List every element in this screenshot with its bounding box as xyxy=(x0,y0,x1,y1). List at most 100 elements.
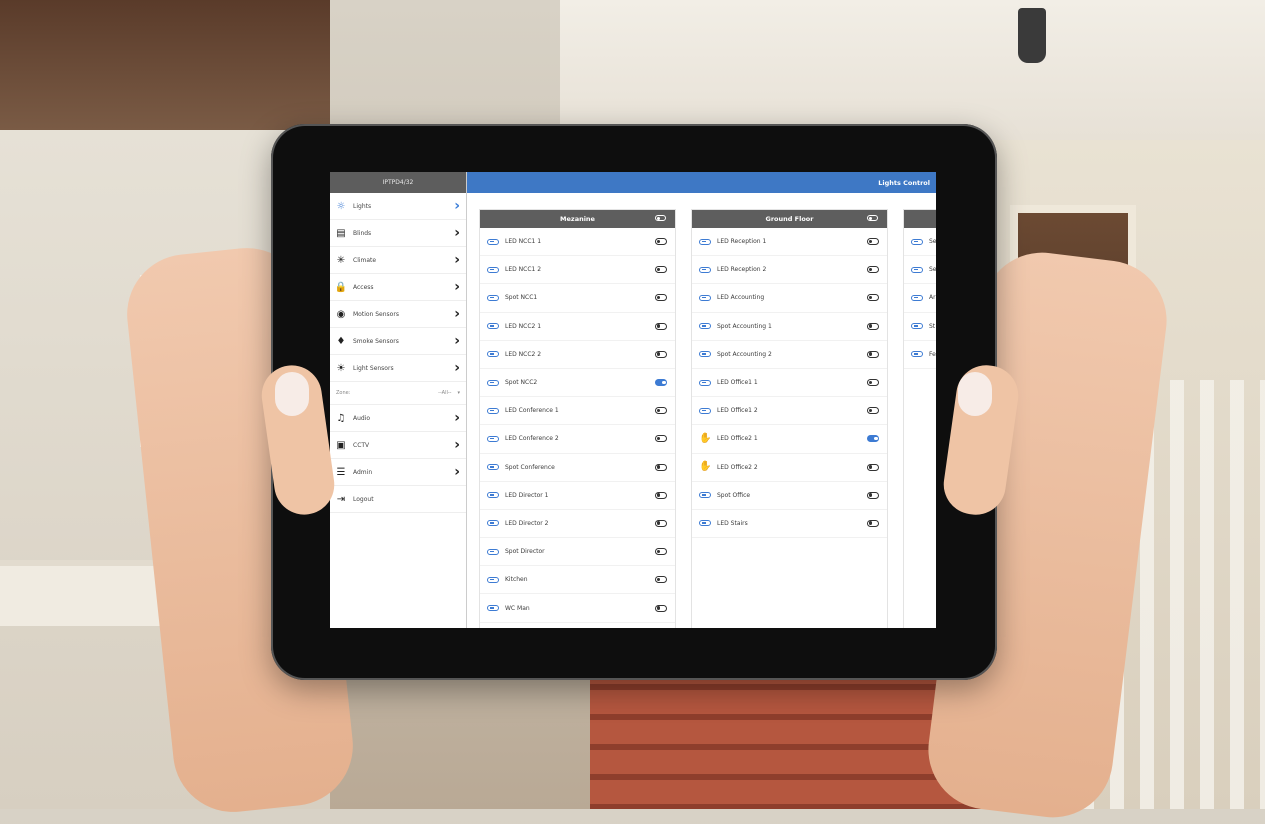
floor-panel: Mezanine LED NCC1 1 LED NCC1 2 Spot NCC1 LED… xyxy=(479,209,676,628)
light-toggle[interactable] xyxy=(655,350,667,358)
chevron-right-icon: › xyxy=(454,225,460,241)
light-bulb-icon xyxy=(699,407,711,414)
light-toggle[interactable] xyxy=(867,519,879,527)
light-label: LED Office2 1 xyxy=(717,435,758,443)
light-label: Spot Accounting 1 xyxy=(717,322,772,330)
floor-columns: Mezanine LED NCC1 1 LED NCC1 2 Spot NCC1 LED… xyxy=(479,209,936,628)
light-toggle[interactable] xyxy=(655,491,667,499)
light-label: Spot NCC2 xyxy=(505,379,538,387)
floor-panel-header: Ground Floor xyxy=(692,210,887,228)
sidebar-item-blinds[interactable]: ▤ Blinds › xyxy=(330,220,466,247)
sidebar-item-smoke-sensors[interactable]: ♦ Smoke Sensors › xyxy=(330,328,466,355)
light-row: Spot Conference xyxy=(480,454,675,482)
light-toggle[interactable] xyxy=(655,266,667,274)
light-bulb-icon xyxy=(487,548,499,555)
sidebar-item-label: Blinds xyxy=(353,229,372,237)
light-toggle[interactable] xyxy=(655,379,667,387)
light-label: Se xyxy=(929,266,936,274)
light-toggle[interactable] xyxy=(867,266,879,274)
sidebar-item-label: Lights xyxy=(353,202,372,210)
light-toggle[interactable] xyxy=(655,322,667,330)
chevron-right-icon: › xyxy=(454,360,460,376)
light-toggle[interactable] xyxy=(867,238,879,246)
sidebar-item-label: Audio xyxy=(353,414,371,422)
zone-value: --All-- xyxy=(438,390,452,396)
light-label: LED Reception 1 xyxy=(717,238,767,246)
chevron-right-icon: › xyxy=(454,252,460,268)
chevron-right-icon: › xyxy=(454,306,460,322)
light-toggle[interactable] xyxy=(867,379,879,387)
light-label: LED Accounting xyxy=(717,294,765,302)
light-toggle[interactable] xyxy=(867,491,879,499)
sidebar-item-logout[interactable]: ⇥ Logout xyxy=(330,486,466,513)
light-toggle[interactable] xyxy=(867,294,879,302)
light-row: LED NCC1 2 xyxy=(480,256,675,285)
master-toggle[interactable] xyxy=(655,215,666,221)
sidebar-item-label: Motion Sensors xyxy=(353,310,399,318)
light-label: LED Office2 2 xyxy=(717,463,758,471)
light-label: LED Reception 2 xyxy=(717,266,767,274)
light-toggle[interactable] xyxy=(867,350,879,358)
sidebar-item-label: Admin xyxy=(353,468,373,476)
sidebar-item-motion-sensors[interactable]: ◉ Motion Sensors › xyxy=(330,301,466,328)
light-label: Ar xyxy=(929,294,936,302)
light-bulb-icon xyxy=(911,323,923,330)
light-row: WC Man xyxy=(480,594,675,623)
light-bulb-icon xyxy=(911,294,923,301)
sidebar-item-admin[interactable]: ☰ Admin › xyxy=(330,459,466,486)
zone-select[interactable]: Zone: --All-- ▾ xyxy=(330,382,466,405)
sidebar-item-climate[interactable]: ✳ Climate › xyxy=(330,247,466,274)
light-toggle[interactable] xyxy=(867,322,879,330)
light-toggle[interactable] xyxy=(655,519,667,527)
light-toggle[interactable] xyxy=(655,407,667,415)
sidebar-item-access[interactable]: 🔒 Access › xyxy=(330,274,466,301)
logout-icon: ⇥ xyxy=(336,493,346,505)
floor-panel-header: Mezanine xyxy=(480,210,675,228)
sidebar-item-lights[interactable]: ☼ Lights › xyxy=(330,193,466,220)
sidebar-item-audio[interactable]: ♫ Audio › xyxy=(330,405,466,432)
sidebar-item-label: Access xyxy=(353,283,374,291)
light-label: LED Stairs xyxy=(717,519,748,527)
light-label: Spot Office xyxy=(717,491,751,499)
light-toggle[interactable] xyxy=(867,435,879,443)
sidebar-item-cctv[interactable]: ▣ CCTV › xyxy=(330,432,466,459)
light-bulb-icon xyxy=(487,520,499,527)
master-toggle[interactable] xyxy=(867,215,878,221)
light-toggle[interactable] xyxy=(655,604,667,612)
light-row: ✋ LED Office2 1 xyxy=(692,425,887,454)
light-label: LED Office1 2 xyxy=(717,407,758,415)
light-toggle[interactable] xyxy=(867,407,879,415)
light-row: Spot Accounting 1 xyxy=(692,313,887,341)
right-thumbnail xyxy=(958,372,992,416)
light-toggle[interactable] xyxy=(655,463,667,471)
sidebar-item-light-sensors[interactable]: ☀ Light Sensors › xyxy=(330,355,466,382)
light-bulb-icon xyxy=(487,351,499,358)
light-label: LED NCC2 1 xyxy=(505,322,542,330)
light-toggle[interactable] xyxy=(867,463,879,471)
light-label: LED Director 1 xyxy=(505,491,549,499)
light-bulb-icon xyxy=(699,351,711,358)
light-bulb-icon xyxy=(699,266,711,273)
light-bulb-icon xyxy=(487,492,499,499)
light-label: LED Conference 1 xyxy=(505,407,559,415)
light-bulb-icon xyxy=(487,576,499,583)
light-bulb-icon xyxy=(487,464,499,471)
light-label: Spot Director xyxy=(505,548,545,556)
light-toggle[interactable] xyxy=(655,548,667,556)
light-bulb-icon xyxy=(699,238,711,245)
light-bulb-icon xyxy=(699,294,711,301)
camera-icon: ▣ xyxy=(336,439,346,451)
light-row: LED Office1 2 xyxy=(692,397,887,426)
light-row: Kitchen xyxy=(480,566,675,595)
light-row: Se xyxy=(904,228,936,257)
left-thumbnail xyxy=(275,372,309,416)
light-toggle[interactable] xyxy=(655,576,667,584)
light-row: Se xyxy=(904,256,936,285)
lock-icon: 🔒 xyxy=(334,281,348,293)
light-bulb-icon xyxy=(487,266,499,273)
light-toggle[interactable] xyxy=(655,238,667,246)
light-toggle[interactable] xyxy=(655,294,667,302)
light-toggle[interactable] xyxy=(655,435,667,443)
sidebar-header: IPTPD4/32 xyxy=(330,172,466,193)
light-row: LED Conference 1 xyxy=(480,397,675,426)
